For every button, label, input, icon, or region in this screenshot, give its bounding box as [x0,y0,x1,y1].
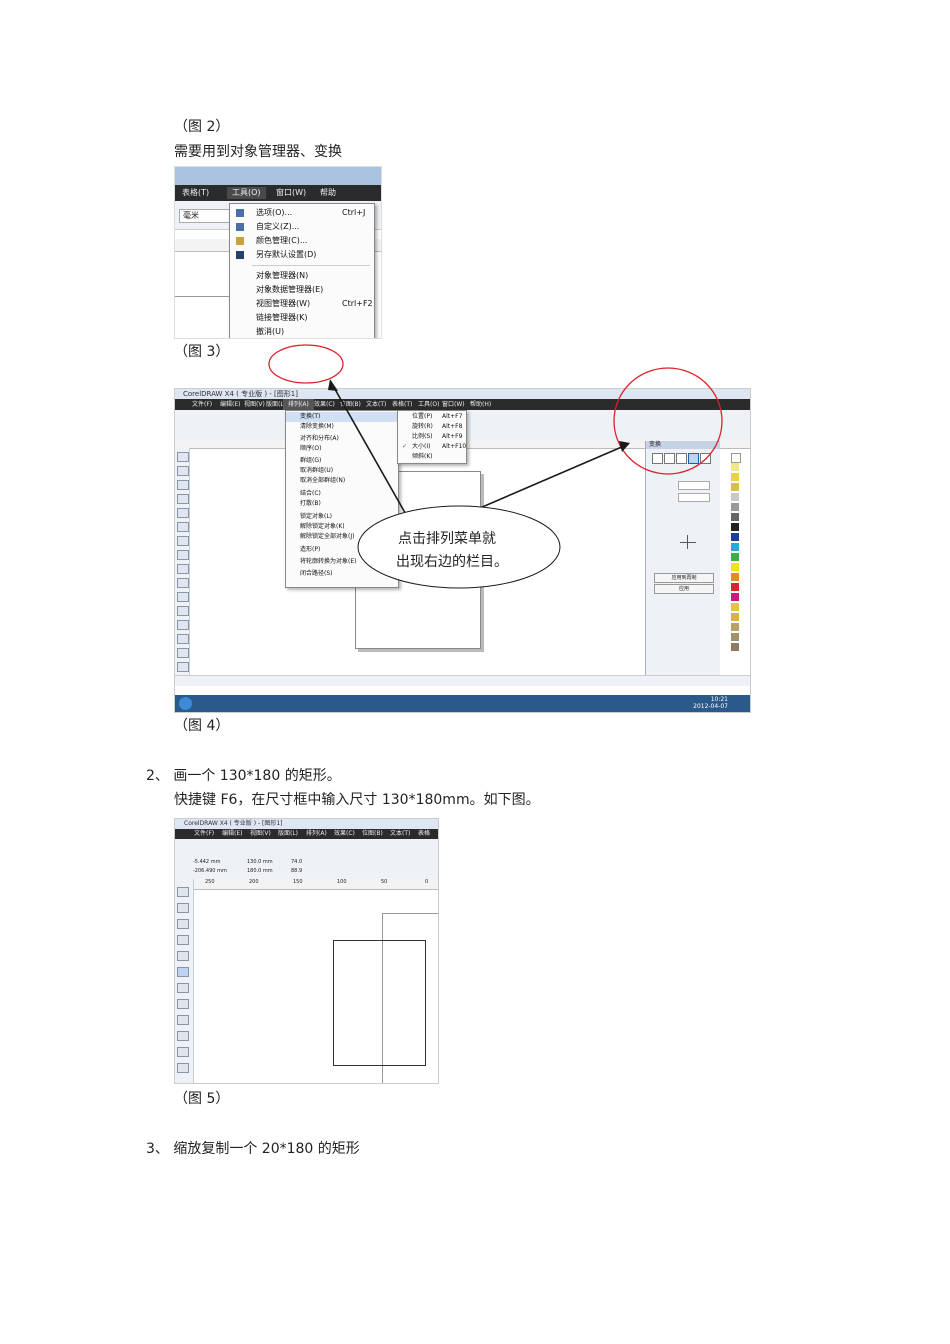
zoom-tool-icon[interactable] [177,935,189,945]
x-position[interactable]: -5.442 mm [193,859,220,866]
step-2-detail: 快捷键 F6，在尺寸框中输入尺寸 130*180mm。如下图。 [174,792,540,808]
screenshot-rectangle: CorelDRAW X4 ( 专业版 ) - [图形1] 文件(F) 编辑(E)… [174,818,439,1084]
ellipse-tool-icon[interactable] [177,983,189,993]
step-2-heading: 2、 画一个 130*180 的矩形。 [146,768,341,784]
rectangle-tool-icon[interactable] [177,967,189,977]
arrow-to-menu [331,383,409,519]
text-tool-icon[interactable] [177,1031,189,1041]
standard-toolbar [175,839,438,858]
caption-fig5: （图 5） [174,1091,230,1107]
callout-line-2: 出现右边的栏目。 [396,554,508,570]
pick-tool-icon[interactable] [177,887,189,897]
menu-layout[interactable]: 版面(L) [273,829,303,839]
basic-shapes-icon[interactable] [177,1015,189,1025]
height-value[interactable]: 180.0 mm [247,868,273,875]
menu-text[interactable]: 文本(T) [385,829,415,839]
shape-tool-icon[interactable] [177,903,189,913]
menu-edit[interactable]: 编辑(E) [217,829,247,839]
width-value[interactable]: 130.0 mm [247,859,273,866]
window-title: CorelDRAW X4 ( 专业版 ) - [图形1] [175,819,438,829]
arrow-to-docker [465,445,625,515]
menu-view[interactable]: 视图(V) [245,829,276,839]
annotation-overlay [268,344,723,589]
step-3-heading: 3、 缩放复制一个 20*180 的矩形 [146,1141,360,1157]
menu-table[interactable]: 表格 [413,829,435,839]
horizontal-ruler: 250 200 150 100 50 0 [193,879,438,890]
highlight-circle-docker [613,367,723,475]
menu-bitmaps[interactable]: 位图(B) [357,829,388,839]
crop-tool-icon[interactable] [177,919,189,929]
property-bar: -5.442 mm -206.490 mm 130.0 mm 180.0 mm … [175,857,438,880]
menu-file[interactable]: 文件(F) [189,829,219,839]
polygon-tool-icon[interactable] [177,999,189,1009]
toolbox [175,879,194,1083]
eyedropper-icon[interactable] [177,1063,189,1073]
scale-y[interactable]: 88.9 [291,868,302,875]
menu-arrange[interactable]: 排列(A) [301,829,332,839]
menubar: 文件(F) 编辑(E) 视图(V) 版面(L) 排列(A) 效果(C) 位图(B… [175,829,438,839]
menu-effects[interactable]: 效果(C) [329,829,360,839]
table-tool-icon[interactable] [177,1047,189,1057]
y-position[interactable]: -206.490 mm [193,868,227,875]
scale-x[interactable]: 74.0 [291,859,302,866]
caption-fig4: （图 4） [174,718,230,734]
freehand-tool-icon[interactable] [177,951,189,961]
rectangle-130x180[interactable] [333,940,426,1066]
callout-line-1: 点击排列菜单就 [398,531,496,547]
arrowhead-icon [328,379,338,391]
highlight-circle-menu [268,344,344,384]
arrowhead-icon [619,441,630,452]
